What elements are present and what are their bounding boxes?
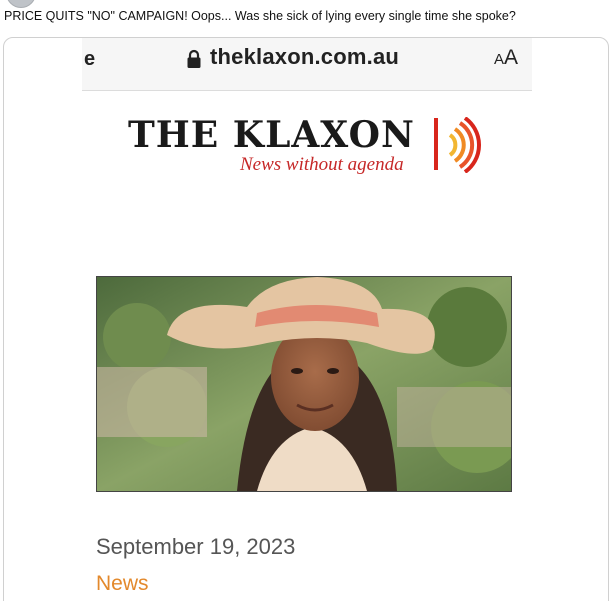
klaxon-horn-icon xyxy=(448,117,482,173)
article-photo[interactable] xyxy=(96,276,512,492)
lock-icon xyxy=(187,49,201,68)
text-size-big-label: A xyxy=(503,46,518,69)
text-size-small-label: A xyxy=(493,51,504,68)
back-label-fragment[interactable]: e xyxy=(84,48,95,71)
browser-address-bar: e theklaxon.com.au AA xyxy=(82,38,532,91)
logo-divider xyxy=(434,118,438,170)
site-logo[interactable]: THE KLAXON News without agenda xyxy=(128,114,488,184)
social-post: PRICE QUITS "NO" CAMPAIGN! Oops... Was s… xyxy=(0,0,609,601)
site-title: THE KLAXON xyxy=(128,114,415,156)
article-photo-image xyxy=(97,277,511,491)
post-text: PRICE QUITS "NO" CAMPAIGN! Oops... Was s… xyxy=(4,9,516,23)
post-author-row xyxy=(0,0,609,8)
embedded-screenshot[interactable]: e theklaxon.com.au AA THE KLAXON News wi… xyxy=(3,37,609,601)
article-category-link[interactable]: News xyxy=(96,572,149,596)
avatar[interactable] xyxy=(6,0,36,8)
site-tagline: News without agenda xyxy=(240,154,404,175)
article-date: September 19, 2023 xyxy=(96,534,296,559)
url-text[interactable]: theklaxon.com.au xyxy=(210,44,399,70)
text-size-button[interactable]: AA xyxy=(494,46,518,70)
